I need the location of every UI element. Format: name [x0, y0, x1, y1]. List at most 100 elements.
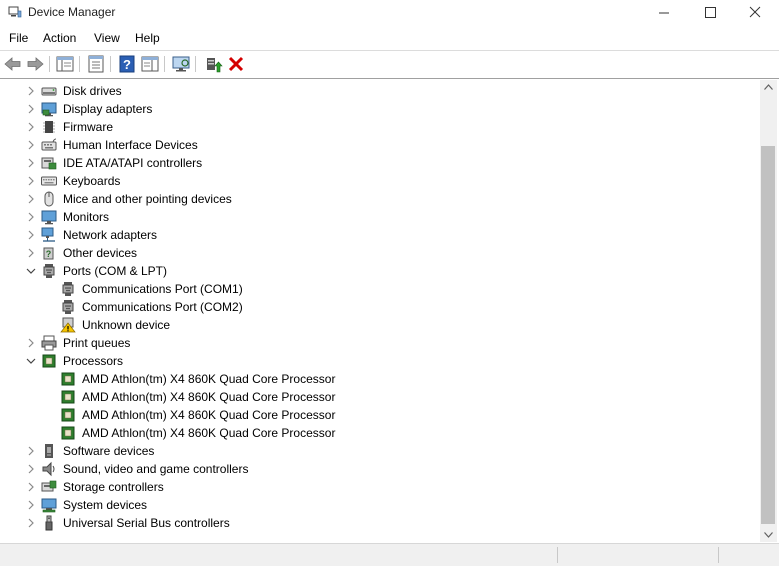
chevron-right-icon[interactable] — [25, 139, 37, 151]
tree-category[interactable]: Print queues — [0, 334, 700, 352]
tree-item-label: AMD Athlon(tm) X4 860K Quad Core Process… — [82, 390, 336, 404]
tree-device[interactable]: AMD Athlon(tm) X4 860K Quad Core Process… — [0, 424, 700, 442]
system-device-icon — [41, 497, 57, 513]
tree-category[interactable]: IDE ATA/ATAPI controllers — [0, 154, 700, 172]
help-icon: ? — [119, 55, 135, 73]
device-tree[interactable]: Disk drives Display adapters Firmware Human… — [0, 80, 760, 542]
usb-icon — [41, 515, 57, 531]
properties-button[interactable] — [86, 54, 106, 74]
minimize-button[interactable] — [641, 0, 687, 26]
status-separator — [557, 547, 558, 563]
tree-item-label: Other devices — [63, 246, 138, 260]
tree-category[interactable]: Processors — [0, 352, 700, 370]
show-hide-console-tree-icon — [56, 56, 74, 72]
close-button[interactable] — [733, 0, 779, 26]
toolbar-separator — [79, 56, 80, 72]
tree-category[interactable]: Human Interface Devices — [0, 136, 700, 154]
chevron-right-icon[interactable] — [25, 175, 37, 187]
tree-item-label: Mice and other pointing devices — [63, 192, 232, 206]
chevron-right-icon[interactable] — [25, 229, 37, 241]
network-adapter-icon — [41, 227, 57, 243]
speaker-icon — [41, 461, 57, 477]
port-icon — [41, 263, 57, 279]
tree-device[interactable]: Communications Port (COM2) — [0, 298, 700, 316]
status-separator — [718, 547, 719, 563]
chevron-down-icon[interactable] — [25, 355, 37, 367]
tree-category[interactable]: Ports (COM & LPT) — [0, 262, 700, 280]
properties-icon — [88, 55, 104, 73]
chevron-right-icon[interactable] — [25, 337, 37, 349]
tree-category[interactable]: ? Other devices — [0, 244, 700, 262]
chevron-right-icon[interactable] — [25, 499, 37, 511]
tree-category[interactable]: System devices — [0, 496, 700, 514]
tree-device[interactable]: Unknown device — [0, 316, 700, 334]
chevron-right-icon[interactable] — [25, 121, 37, 133]
tree-category[interactable]: Disk drives — [0, 82, 700, 100]
tree-category[interactable]: Software devices — [0, 442, 700, 460]
menu-action[interactable]: Action — [43, 31, 76, 45]
chevron-right-icon[interactable] — [25, 445, 37, 457]
update-driver-button[interactable] — [203, 54, 223, 74]
mouse-icon — [41, 191, 57, 207]
port-icon — [60, 281, 76, 297]
chevron-right-icon[interactable] — [25, 85, 37, 97]
tree-item-label: Communications Port (COM1) — [82, 282, 243, 296]
disk-drive-icon — [41, 83, 57, 99]
tree-item-label: Disk drives — [63, 84, 122, 98]
close-icon — [749, 6, 761, 18]
tree-item-label: Monitors — [63, 210, 110, 224]
storage-controller-icon — [41, 479, 57, 495]
processor-icon — [60, 389, 76, 405]
chevron-right-icon[interactable] — [25, 463, 37, 475]
firmware-icon — [41, 119, 57, 135]
printer-icon — [41, 335, 57, 351]
tree-device[interactable]: AMD Athlon(tm) X4 860K Quad Core Process… — [0, 406, 700, 424]
tree-category[interactable]: Mice and other pointing devices — [0, 190, 700, 208]
maximize-button[interactable] — [687, 0, 733, 26]
tree-category[interactable]: Firmware — [0, 118, 700, 136]
minimize-icon — [659, 12, 669, 14]
tree-item-label: AMD Athlon(tm) X4 860K Quad Core Process… — [82, 408, 336, 422]
device-manager-icon — [8, 6, 22, 18]
chevron-right-icon[interactable] — [25, 481, 37, 493]
tree-item-label: System devices — [63, 498, 148, 512]
tree-device[interactable]: AMD Athlon(tm) X4 860K Quad Core Process… — [0, 388, 700, 406]
tree-category[interactable]: Storage controllers — [0, 478, 700, 496]
menu-bar: File Action View Help — [0, 28, 779, 51]
back-button[interactable] — [3, 54, 23, 74]
chevron-right-icon[interactable] — [25, 247, 37, 259]
tree-category[interactable]: Monitors — [0, 208, 700, 226]
scrollbar-thumb[interactable] — [761, 146, 775, 524]
tree-category[interactable]: Display adapters — [0, 100, 700, 118]
chevron-down-icon[interactable] — [25, 265, 37, 277]
chevron-right-icon[interactable] — [25, 193, 37, 205]
vertical-scrollbar[interactable] — [760, 80, 777, 542]
svg-text:?: ? — [123, 57, 131, 72]
tree-device[interactable]: Communications Port (COM1) — [0, 280, 700, 298]
keyboard-icon — [41, 173, 57, 189]
tree-category[interactable]: Keyboards — [0, 172, 700, 190]
tree-category[interactable]: Sound, video and game controllers — [0, 460, 700, 478]
action-pane-icon — [141, 56, 159, 72]
chevron-right-icon[interactable] — [25, 103, 37, 115]
status-bar — [0, 543, 779, 566]
scan-hardware-changes-button[interactable] — [171, 54, 191, 74]
tree-category[interactable]: Network adapters — [0, 226, 700, 244]
scroll-up-icon[interactable] — [764, 84, 773, 90]
menu-help[interactable]: Help — [135, 31, 160, 45]
menu-view[interactable]: View — [94, 31, 120, 45]
chevron-right-icon[interactable] — [25, 517, 37, 529]
monitor-icon — [41, 209, 57, 225]
uninstall-device-button[interactable] — [226, 54, 246, 74]
forward-icon — [27, 57, 44, 71]
forward-button[interactable] — [25, 54, 45, 74]
tree-category[interactable]: Universal Serial Bus controllers — [0, 514, 700, 532]
menu-file[interactable]: File — [9, 31, 28, 45]
show-hide-console-tree-button[interactable] — [55, 54, 75, 74]
tree-device[interactable]: AMD Athlon(tm) X4 860K Quad Core Process… — [0, 370, 700, 388]
chevron-right-icon[interactable] — [25, 157, 37, 169]
scroll-down-icon[interactable] — [764, 532, 773, 538]
action-pane-button[interactable] — [140, 54, 160, 74]
help-button[interactable]: ? — [117, 54, 137, 74]
chevron-right-icon[interactable] — [25, 211, 37, 223]
